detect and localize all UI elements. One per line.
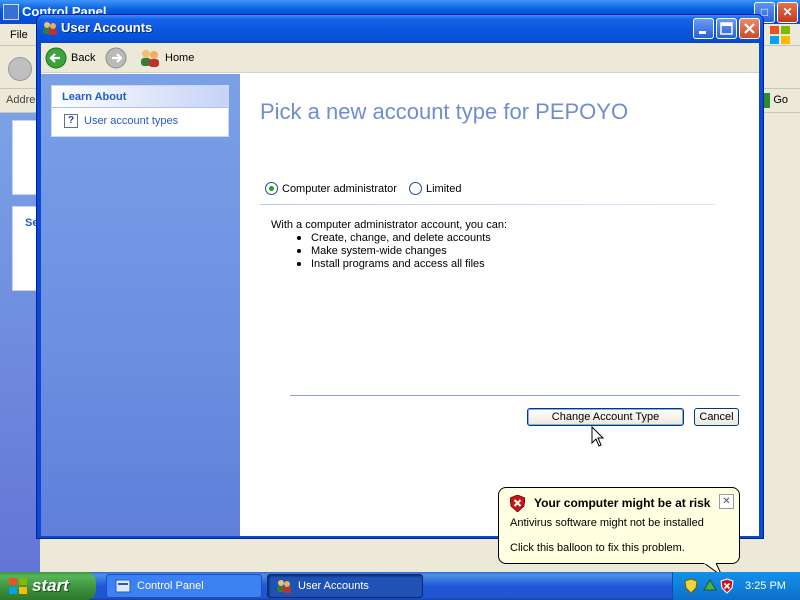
task-label: Control Panel [137,580,204,592]
back-label: Back [71,52,96,64]
user-accounts-window: User Accounts Back Home Learn About ? Us… [36,14,764,539]
home-users-icon [141,50,159,67]
description-text: With a computer administrator account, y… [271,219,507,231]
go-button[interactable]: Go [773,94,788,106]
option-limited[interactable]: Limited [409,182,461,195]
taskbar: start Control Panel User Accounts 3:25 P… [0,572,800,600]
learn-about-title: Learn About [62,91,127,103]
network-icon[interactable] [702,578,718,594]
close-icon [744,23,755,34]
task-pane: Learn About ? User account types [41,74,240,536]
radio-administrator[interactable] [265,182,278,195]
divider [260,204,716,205]
cp-back-icon[interactable] [8,57,32,81]
user-accounts-icon [277,580,291,593]
learn-about-header: Learn About [52,86,228,108]
shield-warning-tray-icon[interactable] [719,578,735,594]
cancel-button[interactable]: Cancel [694,408,739,426]
main-content: Pick a new account type for PEPOYO Compu… [240,74,759,536]
forward-button[interactable] [105,46,127,70]
security-balloon[interactable]: Your computer might be at risk ✕ Antivir… [498,487,740,564]
option-label: Computer administrator [282,182,397,195]
divider [290,395,740,396]
close-button[interactable] [739,18,760,39]
mouse-cursor-icon [591,426,605,447]
radio-limited[interactable] [409,182,422,195]
task-label: User Accounts [298,580,369,592]
balloon-instruction: Click this balloon to fix this problem. [510,542,685,554]
page-title: Pick a new account type for PEPOYO [260,99,629,124]
list-item: Make system-wide changes [297,245,491,258]
control-panel-icon [115,579,131,593]
cp-close-button[interactable]: ✕ [777,2,798,23]
home-button[interactable]: Home [139,46,194,70]
learn-item-user-account-types[interactable]: ? User account types [64,114,178,128]
windows-flag-icon [770,26,790,44]
maximize-button[interactable] [716,18,737,39]
start-button[interactable]: start [0,572,96,600]
control-panel-icon [3,4,19,20]
taskbar-item-user-accounts[interactable]: User Accounts [267,574,423,598]
title-bar[interactable]: User Accounts [37,15,763,43]
shield-warning-icon [510,495,525,512]
help-icon: ? [64,114,78,128]
minimize-button[interactable] [693,18,714,39]
list-item: Install programs and access all files [297,258,491,271]
option-label: Limited [426,182,462,195]
windows-logo-icon [9,578,27,594]
balloon-title: Your computer might be at risk [534,496,711,510]
window-body: Back Home Learn About ? User account typ… [41,43,759,536]
learn-item-label: User account types [84,115,179,127]
learn-about-box: Learn About ? User account types [51,85,229,137]
navigation-bar: Back Home [41,43,759,73]
maximize-icon [720,22,733,35]
balloon-message: Antivirus software might not be installe… [510,517,704,529]
system-tray: 3:25 PM [672,572,800,600]
list-item: Create, change, and delete accounts [297,232,491,245]
balloon-close-button[interactable]: ✕ [719,494,734,509]
minimize-icon [699,31,706,34]
clock: 3:25 PM [745,580,786,592]
menu-file[interactable]: File [10,29,28,41]
home-label: Home [165,52,195,64]
window-title: User Accounts [61,20,153,35]
security-center-icon[interactable] [683,578,699,594]
capability-list: Create, change, and delete accounts Make… [297,232,491,271]
change-account-type-button[interactable]: Change Account Type [527,408,684,426]
back-arrow-icon [45,47,67,69]
start-label: start [32,576,69,595]
taskbar-item-control-panel[interactable]: Control Panel [106,574,262,598]
forward-arrow-icon [105,47,127,69]
back-button[interactable]: Back [45,46,95,70]
user-accounts-icon [43,22,57,35]
option-computer-administrator[interactable]: Computer administrator [265,182,397,195]
